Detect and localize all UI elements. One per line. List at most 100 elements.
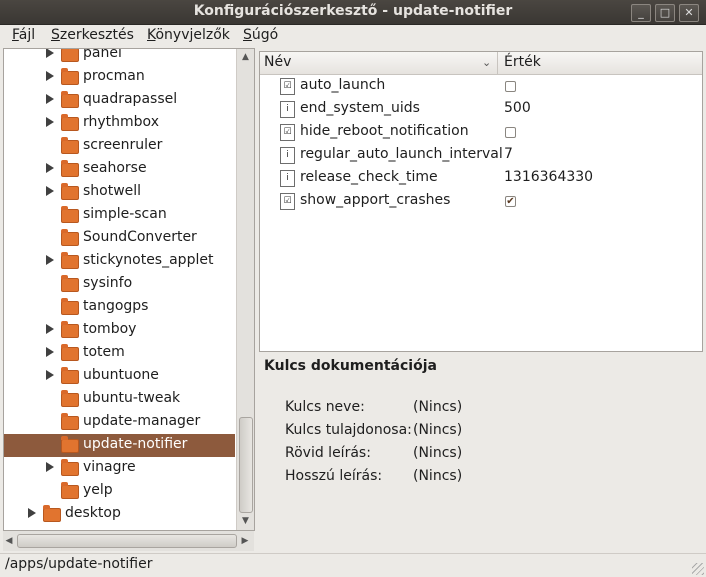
folder-icon	[61, 275, 79, 292]
directory-tree[interactable]: panel procman quadrapassel rhythmbox screenr…	[4, 49, 235, 530]
tree-item-label: update-manager	[83, 413, 201, 429]
expander-triangle-icon[interactable]	[46, 370, 54, 380]
key-name: end_system_uids	[300, 100, 420, 116]
tree-item[interactable]: ubuntuone	[4, 365, 235, 388]
key-value[interactable]: 1316364330	[504, 169, 593, 185]
tree-item[interactable]: seahorse	[4, 158, 235, 181]
value-checkbox[interactable]	[505, 127, 516, 138]
key-documentation-panel: Kulcs dokumentációja Kulcs neve: (Nincs)…	[259, 352, 705, 552]
tree-item[interactable]: simple-scan	[4, 204, 235, 227]
scroll-left-icon[interactable]: ◀	[3, 533, 15, 549]
tree-item[interactable]: ubuntu-tweak	[4, 388, 235, 411]
folder-icon	[61, 252, 79, 269]
table-row[interactable]: i end_system_uids 500	[260, 98, 702, 121]
sort-chevron-down-icon[interactable]: ⌄	[482, 56, 491, 69]
minimize-button[interactable]: _	[631, 4, 651, 22]
tree-item[interactable]: screenruler	[4, 135, 235, 158]
folder-icon	[61, 68, 79, 85]
directory-tree-pane: panel procman quadrapassel rhythmbox screenr…	[3, 48, 255, 531]
key-name: release_check_time	[300, 169, 438, 185]
tree-item-label: screenruler	[83, 137, 163, 153]
tree-item[interactable]: totem	[4, 342, 235, 365]
tree-item[interactable]: procman	[4, 66, 235, 89]
tree-item[interactable]: update-notifier	[4, 434, 235, 457]
key-value[interactable]: 500	[504, 100, 531, 116]
tree-item-label: rhythmbox	[83, 114, 159, 130]
pane-splitter[interactable]	[255, 48, 258, 553]
expander-triangle-icon[interactable]	[28, 508, 36, 518]
tree-item[interactable]: sysinfo	[4, 273, 235, 296]
boolean-key-icon: ☑	[280, 78, 295, 95]
tree-item[interactable]: tomboy	[4, 319, 235, 342]
tree-item[interactable]: desktop	[4, 503, 235, 526]
tree-horizontal-scrollbar[interactable]: ◀ ▶	[3, 531, 254, 551]
folder-icon	[61, 114, 79, 131]
folder-icon	[43, 505, 61, 522]
value-checkbox[interactable]: ✔	[505, 196, 516, 207]
folder-icon	[61, 413, 79, 430]
resize-grip-icon[interactable]	[692, 563, 704, 575]
menu-edit[interactable]: Szerkesztés	[51, 27, 134, 43]
scroll-up-icon[interactable]: ▲	[237, 49, 254, 65]
integer-key-icon: i	[280, 170, 295, 187]
tree-item[interactable]: tangogps	[4, 296, 235, 319]
close-button[interactable]: ✕	[679, 4, 699, 22]
tree-item[interactable]: vinagre	[4, 457, 235, 480]
column-divider	[497, 52, 498, 74]
tree-item[interactable]: update-manager	[4, 411, 235, 434]
table-row[interactable]: i regular_auto_launch_interval 7	[260, 144, 702, 167]
key-value[interactable]: 7	[504, 146, 513, 162]
menu-help[interactable]: Súgó	[243, 27, 278, 43]
table-row[interactable]: ☑ auto_launch	[260, 75, 702, 98]
scroll-down-icon[interactable]: ▼	[237, 513, 254, 529]
scroll-right-icon[interactable]: ▶	[239, 533, 251, 549]
expander-triangle-icon[interactable]	[46, 71, 54, 81]
tree-item-label: yelp	[83, 482, 113, 498]
tree-item-label: panel	[83, 49, 122, 61]
folder-icon	[61, 321, 79, 338]
folder-icon	[61, 482, 79, 499]
expander-triangle-icon[interactable]	[46, 324, 54, 334]
folder-icon	[61, 436, 79, 453]
expander-triangle-icon[interactable]	[46, 94, 54, 104]
expander-triangle-icon[interactable]	[46, 347, 54, 357]
expander-triangle-icon[interactable]	[46, 462, 54, 472]
menu-bookmarks[interactable]: Könyvjelzők	[147, 27, 230, 43]
current-path: /apps/update-notifier	[5, 556, 153, 572]
tree-item-label: tangogps	[83, 298, 149, 314]
maximize-button[interactable]: □	[655, 4, 675, 22]
folder-icon	[61, 229, 79, 246]
table-row[interactable]: ☑ hide_reboot_notification	[260, 121, 702, 144]
tree-item[interactable]: rhythmbox	[4, 112, 235, 135]
tree-item[interactable]: shotwell	[4, 181, 235, 204]
docs-title: Kulcs dokumentációja	[264, 358, 437, 374]
docs-label: Kulcs tulajdonosa:	[285, 422, 412, 438]
menu-file[interactable]: Fájl	[12, 27, 35, 43]
folder-icon	[61, 459, 79, 476]
table-row[interactable]: i release_check_time 1316364330	[260, 167, 702, 190]
column-header-name[interactable]: Név	[264, 54, 291, 70]
table-row[interactable]: ☑ show_apport_crashes ✔	[260, 190, 702, 213]
expander-triangle-icon[interactable]	[46, 49, 54, 58]
tree-item[interactable]: SoundConverter	[4, 227, 235, 250]
value-checkbox[interactable]	[505, 81, 516, 92]
tree-item[interactable]: yelp	[4, 480, 235, 503]
tree-item[interactable]: panel	[4, 49, 235, 66]
key-name: auto_launch	[300, 77, 386, 93]
docs-label: Hosszú leírás:	[285, 468, 383, 484]
tree-item-label: vinagre	[83, 459, 136, 475]
horizontal-scrollbar-thumb[interactable]	[17, 534, 237, 548]
tree-item-label: seahorse	[83, 160, 147, 176]
expander-triangle-icon[interactable]	[46, 186, 54, 196]
tree-item[interactable]: quadrapassel	[4, 89, 235, 112]
keys-table: Név ⌄ Érték ☑ auto_launchi end_system_uids…	[259, 51, 703, 352]
tree-item[interactable]: stickynotes_applet	[4, 250, 235, 273]
expander-triangle-icon[interactable]	[46, 117, 54, 127]
scrollbar-thumb[interactable]	[239, 417, 253, 513]
integer-key-icon: i	[280, 147, 295, 164]
column-header-value[interactable]: Érték	[504, 54, 541, 70]
folder-icon	[61, 91, 79, 108]
expander-triangle-icon[interactable]	[46, 255, 54, 265]
tree-vertical-scrollbar[interactable]: ▲ ▼	[236, 49, 254, 530]
expander-triangle-icon[interactable]	[46, 163, 54, 173]
